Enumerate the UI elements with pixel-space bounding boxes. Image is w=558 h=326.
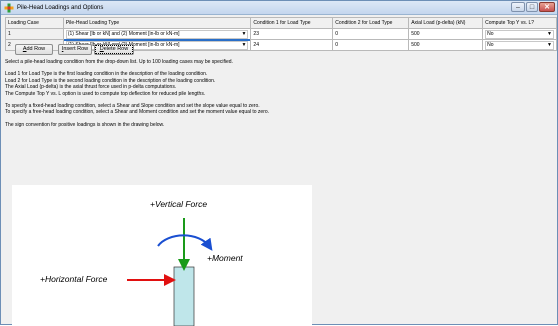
add-row-button[interactable]: Add Row [15, 44, 53, 55]
column-header-axial-load[interactable]: Axial Load (p-delta) (kN) [408, 17, 484, 29]
column-header-condition-1[interactable]: Condition 1 for Load Type [250, 17, 334, 29]
axial-load-cell[interactable]: 500 [408, 39, 484, 51]
maximize-button[interactable]: □ [526, 2, 538, 12]
help-line: The sign convention for positive loading… [5, 121, 165, 128]
condition-2-cell[interactable]: 0 [332, 28, 410, 40]
compute-top-y-value: No [487, 41, 494, 48]
column-header-loading-type[interactable]: Pile-Head Loading Type [62, 17, 252, 29]
compute-top-y-cell[interactable]: No ▼ [482, 39, 557, 51]
insert-row-button[interactable]: Insert Row [58, 44, 92, 55]
delete-row-button[interactable]: Delete Row [94, 44, 134, 55]
column-header-loading-case[interactable]: Loading Case [5, 17, 64, 29]
pile-head-loadings-window: Pile-Head Loadings and Options – □ ✕ Loa… [0, 0, 558, 326]
dropdown-arrow-icon[interactable]: ▼ [546, 42, 553, 49]
compute-top-y-dropdown[interactable]: No ▼ [485, 40, 554, 50]
compute-top-y-cell[interactable]: No ▼ [482, 28, 557, 40]
vertical-force-label: +Vertical Force [150, 199, 208, 209]
dropdown-arrow-icon[interactable]: ▼ [546, 31, 553, 38]
loading-case-cell[interactable]: 1 [5, 28, 64, 40]
condition-1-cell[interactable]: 24 [250, 39, 334, 51]
axial-load-cell[interactable]: 500 [408, 28, 484, 40]
pile-shape [173, 266, 195, 326]
compute-top-y-dropdown[interactable]: No ▼ [485, 29, 554, 39]
loading-type-cell[interactable]: (1) Shear [lb or kN] and (2) Moment [in-… [62, 28, 252, 41]
minimize-button[interactable]: – [511, 2, 525, 12]
app-icon [4, 3, 14, 13]
horizontal-force-label: +Horizontal Force [40, 274, 108, 284]
window-title: Pile-Head Loadings and Options [17, 5, 104, 11]
help-text: Select a pile-head loading condition fro… [5, 59, 555, 128]
loading-type-dropdown[interactable]: (1) Shear [lb or kN] and (2) Moment [in-… [65, 29, 249, 39]
maximize-icon: □ [529, 4, 535, 11]
title-bar: Pile-Head Loadings and Options – □ ✕ [1, 1, 557, 15]
moment-label: +Moment [207, 253, 243, 263]
compute-top-y-value: No [487, 30, 494, 37]
sign-convention-drawing: +Vertical Force +Moment +Horizontal Forc… [12, 185, 312, 326]
dropdown-arrow-icon[interactable]: ▼ [240, 31, 247, 38]
minimize-icon: – [516, 4, 520, 11]
close-icon: ✕ [544, 4, 550, 11]
column-header-compute-top-y[interactable]: Compute Top Y vs. L? [482, 17, 557, 29]
loading-type-value: (1) Shear [lb or kN] and (2) Moment [in-… [67, 30, 180, 37]
table-row: 1 (1) Shear [lb or kN] and (2) Moment [i… [5, 28, 557, 41]
column-header-condition-2[interactable]: Condition 2 for Load Type [332, 17, 410, 29]
condition-2-cell[interactable]: 0 [332, 39, 410, 51]
dropdown-arrow-icon[interactable]: ▼ [240, 42, 247, 49]
condition-1-cell[interactable]: 23 [250, 28, 334, 40]
close-button[interactable]: ✕ [539, 2, 555, 12]
table-header-row: Loading Case Pile-Head Loading Type Cond… [5, 17, 557, 29]
